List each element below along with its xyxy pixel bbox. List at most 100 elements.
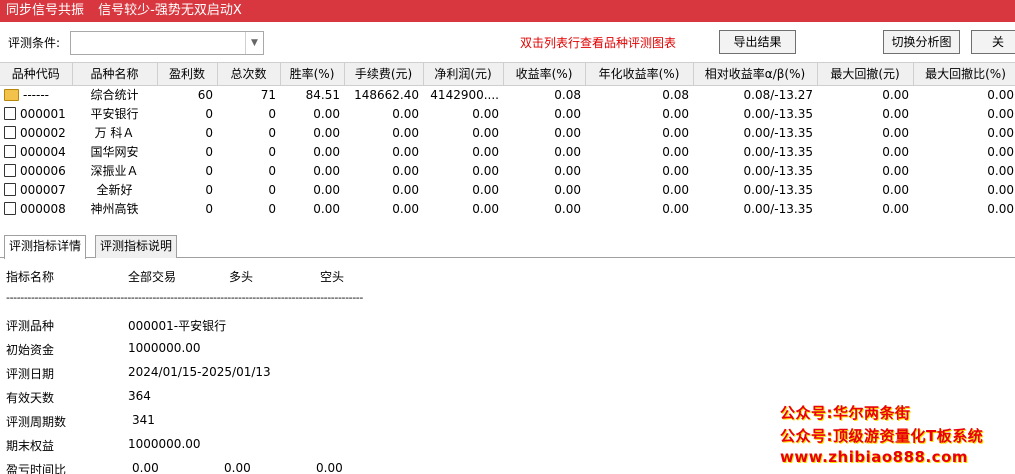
detail-label: 评测周期数 <box>6 415 67 429</box>
detail-value: 0.00 <box>132 461 159 474</box>
detail-value: 364 <box>128 389 151 403</box>
close-button[interactable]: 关 <box>971 30 1015 54</box>
detail-label: 评测品种 <box>6 319 55 333</box>
cell-annual-return: 0.00 <box>662 182 689 197</box>
detail-label: 初始资金 <box>6 343 55 357</box>
detail-separator: ----------------------------------------… <box>6 291 363 304</box>
table-row[interactable]: 000001 平安银行 0 0 0.00 0.00 0.00 0.00 0.00 0.00/-13… <box>0 104 1015 123</box>
detail-value: 000001-平安银行 <box>128 319 227 333</box>
document-icon <box>4 201 16 215</box>
cell-wins: 0 <box>205 144 213 159</box>
cell-return: 0.08 <box>554 87 581 102</box>
tab-detail[interactable]: 评测指标详情 <box>4 235 87 259</box>
condition-combobox[interactable]: ▼ <box>70 31 264 55</box>
col-header-fee[interactable]: 手续费(元) <box>344 63 424 86</box>
cell-fee: 148662.40 <box>354 87 419 102</box>
cell-relative-return: 0.08/-13.27 <box>743 87 813 102</box>
cell-name: 深振业Ａ <box>90 164 139 178</box>
table-row[interactable]: ------ 综合统计 60 71 84.51 148662.40 4142900.... 0… <box>0 85 1015 104</box>
cell-relative-return: 0.00/-13.35 <box>743 201 813 216</box>
export-button[interactable]: 导出结果 <box>719 30 796 54</box>
col-header-total[interactable]: 总次数 <box>217 63 281 86</box>
table-row[interactable]: 000007 全新好 0 0 0.00 0.00 0.00 0.00 0.00 0.00/-13.… <box>0 180 1015 199</box>
table-row[interactable]: 000002 万 科Ａ 0 0 0.00 0.00 0.00 0.00 0.00 0.00/-13… <box>0 123 1015 142</box>
table-row[interactable]: 000008 神州高铁 0 0 0.00 0.00 0.00 0.00 0.00 0.00/-13… <box>0 199 1015 218</box>
cell-winrate: 0.00 <box>313 182 340 197</box>
cell-code: 000001 <box>0 104 72 123</box>
col-header-winrate[interactable]: 胜率(%) <box>280 63 345 86</box>
watermark-line: 公众号:华尔两条街 <box>780 404 911 422</box>
cell-profit: 0.00 <box>472 201 499 216</box>
cell-wins: 60 <box>197 87 213 102</box>
cell-code-text: 000004 <box>20 144 66 159</box>
cell-relative-return: 0.00/-13.35 <box>743 125 813 140</box>
cell-total: 0 <box>268 106 276 121</box>
chevron-down-icon[interactable]: ▼ <box>245 32 263 54</box>
cell-code-text: 000002 <box>20 125 66 140</box>
detail-value: 0.00 <box>224 461 251 474</box>
col-header-annual-return[interactable]: 年化收益率(%) <box>585 63 694 86</box>
cell-annual-return: 0.00 <box>662 144 689 159</box>
cell-max-drawdown-ratio: 0.00 <box>987 106 1014 121</box>
col-header-code[interactable]: 品种代码 <box>0 63 73 86</box>
cell-max-drawdown-ratio: 0.00 <box>987 144 1014 159</box>
cell-fee: 0.00 <box>392 182 419 197</box>
cell-relative-return: 0.00/-13.35 <box>743 163 813 178</box>
cell-winrate: 0.00 <box>313 144 340 159</box>
cell-code: 000007 <box>0 180 72 199</box>
cell-name: 平安银行 <box>90 107 139 121</box>
detail-label: 期末权益 <box>6 439 55 453</box>
cell-return: 0.00 <box>554 125 581 140</box>
col-header-relative-return[interactable]: 相对收益率α/β(%) <box>693 63 818 86</box>
col-header-wins[interactable]: 盈利数 <box>157 63 218 86</box>
cell-annual-return: 0.00 <box>662 201 689 216</box>
table-row[interactable]: 000006 深振业Ａ 0 0 0.00 0.00 0.00 0.00 0.00 0.00/-13… <box>0 161 1015 180</box>
col-header-profit[interactable]: 净利润(元) <box>423 63 504 86</box>
switch-chart-button[interactable]: 切换分析图 <box>883 30 960 54</box>
cell-wins: 0 <box>205 125 213 140</box>
cell-relative-return: 0.00/-13.35 <box>743 182 813 197</box>
cell-annual-return: 0.00 <box>662 163 689 178</box>
cell-total: 0 <box>268 201 276 216</box>
cell-code: 000004 <box>0 142 72 161</box>
cell-name: 全新好 <box>96 183 133 197</box>
tab-description[interactable]: 评测指标说明 <box>95 235 178 258</box>
cell-fee: 0.00 <box>392 144 419 159</box>
cell-max-drawdown: 0.00 <box>882 163 909 178</box>
cell-profit: 0.00 <box>472 106 499 121</box>
cell-annual-return: 0.00 <box>662 125 689 140</box>
cell-annual-return: 0.00 <box>662 106 689 121</box>
cell-name: 综合统计 <box>90 88 139 103</box>
cell-return: 0.00 <box>554 144 581 159</box>
detail-value: 1000000.00 <box>128 341 201 355</box>
cell-code-text: 000001 <box>20 106 66 121</box>
cell-name: 神州高铁 <box>90 202 139 216</box>
cell-max-drawdown: 0.00 <box>882 201 909 216</box>
cell-name: 万 科Ａ <box>94 126 135 140</box>
condition-label: 评测条件: <box>8 36 61 50</box>
cell-profit: 4142900.... <box>430 87 499 102</box>
cell-total: 71 <box>260 87 276 102</box>
cell-max-drawdown-ratio: 0.00 <box>987 163 1014 178</box>
cell-fee: 0.00 <box>392 125 419 140</box>
col-header-max-drawdown-ratio[interactable]: 最大回撤比(%) <box>913 63 1015 86</box>
cell-wins: 0 <box>205 106 213 121</box>
watermark-line: www.zhibiao888.com <box>780 448 969 466</box>
table-row[interactable]: 000004 国华网安 0 0 0.00 0.00 0.00 0.00 0.00 0.00/-13… <box>0 142 1015 161</box>
col-header-return[interactable]: 收益率(%) <box>503 63 586 86</box>
col-header-name[interactable]: 品种名称 <box>72 63 158 86</box>
cell-winrate: 0.00 <box>313 201 340 216</box>
document-icon <box>4 182 16 196</box>
folder-icon <box>4 88 19 101</box>
cell-winrate: 84.51 <box>305 87 340 102</box>
detail-value: 1000000.00 <box>128 437 201 451</box>
cell-fee: 0.00 <box>392 163 419 178</box>
detail-label: 盈亏时间比 <box>6 463 67 474</box>
col-header-max-drawdown[interactable]: 最大回撤(元) <box>817 63 914 86</box>
cell-max-drawdown: 0.00 <box>882 106 909 121</box>
cell-code: ------ <box>0 85 72 104</box>
cell-max-drawdown: 0.00 <box>882 87 909 102</box>
detail-label: 有效天数 <box>6 391 55 405</box>
cell-code: 000008 <box>0 199 72 218</box>
cell-max-drawdown-ratio: 0.00 <box>987 87 1014 102</box>
